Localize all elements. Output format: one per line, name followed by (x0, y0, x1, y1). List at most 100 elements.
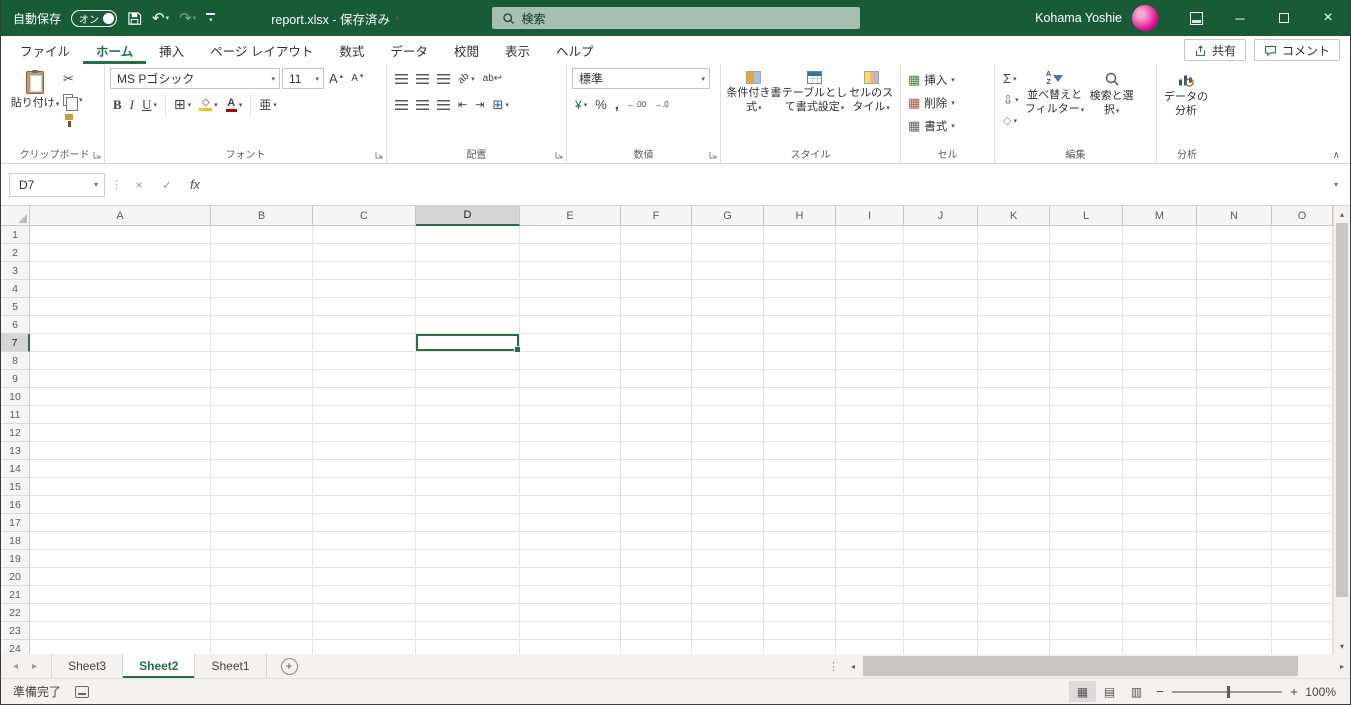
cell-N8[interactable] (1197, 352, 1272, 370)
cell-H6[interactable] (764, 316, 836, 334)
cell-C1[interactable] (313, 226, 416, 244)
cell-O11[interactable] (1272, 406, 1333, 424)
cell-J4[interactable] (904, 280, 978, 298)
cell-E21[interactable] (520, 586, 621, 604)
tab-挿入[interactable]: 挿入 (146, 36, 197, 64)
cell-N23[interactable] (1197, 622, 1272, 640)
cell-N1[interactable] (1197, 226, 1272, 244)
cell-F15[interactable] (621, 478, 692, 496)
cell-D2[interactable] (416, 244, 520, 262)
font-dialog-launcher[interactable] (374, 150, 384, 160)
undo-button[interactable]: ↶ ▾ (152, 5, 169, 31)
cell-O19[interactable] (1272, 550, 1333, 568)
increase-decimal-button[interactable]: ←.00 (624, 94, 649, 115)
cell-B11[interactable] (211, 406, 313, 424)
cell-C3[interactable] (313, 262, 416, 280)
sort-filter-button[interactable]: AZ 並べ替えとフィルター▾ (1024, 68, 1086, 146)
column-header-M[interactable]: M (1123, 206, 1197, 226)
cell-E2[interactable] (520, 244, 621, 262)
cell-B1[interactable] (211, 226, 313, 244)
cell-O20[interactable] (1272, 568, 1333, 586)
cell-C18[interactable] (313, 532, 416, 550)
column-header-F[interactable]: F (621, 206, 692, 226)
cell-B17[interactable] (211, 514, 313, 532)
cell-L1[interactable] (1050, 226, 1123, 244)
cell-J5[interactable] (904, 298, 978, 316)
tab-ファイル[interactable]: ファイル (7, 36, 83, 64)
cell-A3[interactable] (30, 262, 211, 280)
cell-M23[interactable] (1123, 622, 1197, 640)
cell-C11[interactable] (313, 406, 416, 424)
cell-B2[interactable] (211, 244, 313, 262)
wrap-text-button[interactable]: ab↩ (480, 68, 506, 89)
cell-G7[interactable] (692, 334, 764, 352)
cell-G3[interactable] (692, 262, 764, 280)
cell-M6[interactable] (1123, 316, 1197, 334)
cell-E17[interactable] (520, 514, 621, 532)
cell-J9[interactable] (904, 370, 978, 388)
cell-N2[interactable] (1197, 244, 1272, 262)
cell-O22[interactable] (1272, 604, 1333, 622)
cell-H5[interactable] (764, 298, 836, 316)
cell-C19[interactable] (313, 550, 416, 568)
cell-E18[interactable] (520, 532, 621, 550)
cell-N6[interactable] (1197, 316, 1272, 334)
cell-K13[interactable] (978, 442, 1050, 460)
align-center-button[interactable] (413, 94, 432, 115)
cell-J13[interactable] (904, 442, 978, 460)
align-top-button[interactable] (392, 68, 411, 89)
cell-G10[interactable] (692, 388, 764, 406)
cell-J10[interactable] (904, 388, 978, 406)
cell-I11[interactable] (836, 406, 904, 424)
cut-button[interactable]: ✂ (60, 68, 86, 89)
redo-button[interactable]: ↷ ▾ (179, 5, 196, 31)
cell-M19[interactable] (1123, 550, 1197, 568)
cell-D9[interactable] (416, 370, 520, 388)
cell-O17[interactable] (1272, 514, 1333, 532)
cell-K15[interactable] (978, 478, 1050, 496)
cell-B24[interactable] (211, 640, 313, 654)
cell-N16[interactable] (1197, 496, 1272, 514)
cell-N21[interactable] (1197, 586, 1272, 604)
cell-H3[interactable] (764, 262, 836, 280)
formula-input[interactable] (212, 171, 1324, 198)
font-name-select[interactable]: MS Pゴシック ▾ (110, 68, 280, 89)
cell-O14[interactable] (1272, 460, 1333, 478)
cell-K12[interactable] (978, 424, 1050, 442)
cell-H7[interactable] (764, 334, 836, 352)
cell-M21[interactable] (1123, 586, 1197, 604)
cell-L21[interactable] (1050, 586, 1123, 604)
cell-O21[interactable] (1272, 586, 1333, 604)
cell-N10[interactable] (1197, 388, 1272, 406)
column-header-N[interactable]: N (1197, 206, 1272, 226)
cell-O6[interactable] (1272, 316, 1333, 334)
cell-D8[interactable] (416, 352, 520, 370)
cell-K23[interactable] (978, 622, 1050, 640)
row-header-13[interactable]: 13 (1, 442, 30, 460)
cell-J1[interactable] (904, 226, 978, 244)
cell-D19[interactable] (416, 550, 520, 568)
cell-C6[interactable] (313, 316, 416, 334)
cell-E10[interactable] (520, 388, 621, 406)
cell-L23[interactable] (1050, 622, 1123, 640)
merge-center-button[interactable]: ⊞ ▾ (489, 94, 511, 115)
scroll-right-button[interactable]: ▸ (1334, 662, 1350, 671)
row-header-20[interactable]: 20 (1, 568, 30, 586)
row-header-15[interactable]: 15 (1, 478, 30, 496)
cell-F1[interactable] (621, 226, 692, 244)
cell-N3[interactable] (1197, 262, 1272, 280)
cell-E8[interactable] (520, 352, 621, 370)
cell-L3[interactable] (1050, 262, 1123, 280)
cell-J11[interactable] (904, 406, 978, 424)
cell-H10[interactable] (764, 388, 836, 406)
cell-I12[interactable] (836, 424, 904, 442)
cell-G2[interactable] (692, 244, 764, 262)
cell-E4[interactable] (520, 280, 621, 298)
row-header-19[interactable]: 19 (1, 550, 30, 568)
cell-B21[interactable] (211, 586, 313, 604)
row-header-2[interactable]: 2 (1, 244, 30, 262)
cell-N11[interactable] (1197, 406, 1272, 424)
cell-G1[interactable] (692, 226, 764, 244)
cell-K14[interactable] (978, 460, 1050, 478)
cell-J7[interactable] (904, 334, 978, 352)
